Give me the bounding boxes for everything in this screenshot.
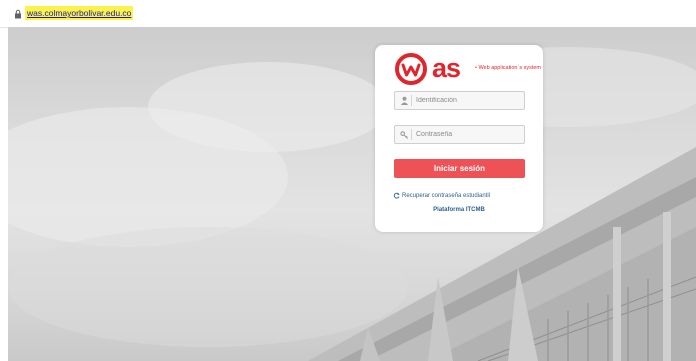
recover-password-link[interactable]: Recuperar contraseña estudiantil xyxy=(393,192,490,199)
password-input[interactable] xyxy=(416,126,520,143)
lock-icon xyxy=(15,9,21,19)
identification-field[interactable] xyxy=(394,91,525,110)
login-button[interactable]: Iniciar sesión xyxy=(394,159,525,178)
key-icon xyxy=(400,131,409,139)
logo-tagline: • Web application´s system xyxy=(475,65,542,71)
field-separator xyxy=(411,129,412,140)
platform-link[interactable]: Plataforma ITCMB xyxy=(375,207,543,213)
logo-text: as xyxy=(432,53,461,83)
user-icon xyxy=(400,96,409,105)
was-logo: as • Web application´s system xyxy=(394,53,541,85)
password-field[interactable] xyxy=(394,125,525,144)
address-bar: was.colmayorbolivar.edu.co xyxy=(0,0,696,28)
background-photo xyxy=(8,27,696,361)
logo-mark-icon xyxy=(395,53,427,85)
url-text[interactable]: was.colmayorbolivar.edu.co xyxy=(25,6,134,20)
identification-input[interactable] xyxy=(416,92,520,109)
login-card: as • Web application´s system Iniciar se… xyxy=(375,45,543,232)
refresh-icon xyxy=(393,192,400,199)
recover-password-label: Recuperar contraseña estudiantil xyxy=(402,192,491,199)
field-separator xyxy=(411,95,412,106)
